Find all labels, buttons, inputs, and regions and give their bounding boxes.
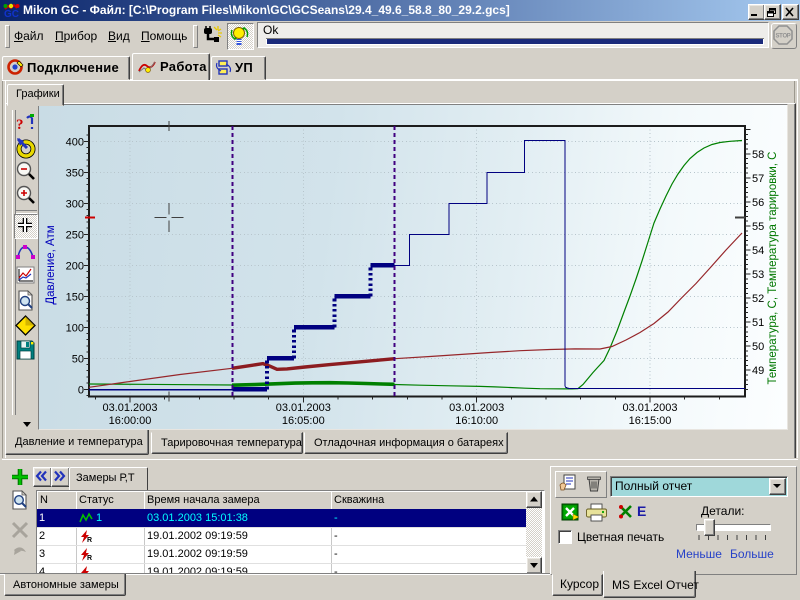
svg-text:R: R [87, 555, 92, 561]
svg-text:52: 52 [752, 293, 764, 305]
svg-text:Температура, С, Температура та: Температура, С, Температура тарировки, С [767, 152, 779, 385]
svg-text:350: 350 [66, 167, 84, 179]
svg-text:03.01.2003: 03.01.2003 [449, 402, 504, 414]
svg-text:16:05:00: 16:05:00 [282, 415, 325, 427]
svg-text:56: 56 [752, 197, 764, 209]
svg-text:03.01.2003: 03.01.2003 [622, 402, 677, 414]
svg-text:400: 400 [66, 136, 84, 148]
svg-text:55: 55 [752, 221, 764, 233]
svg-text:STOP: STOP [775, 34, 790, 40]
svg-text:54: 54 [752, 245, 764, 257]
svg-text:51: 51 [752, 317, 764, 329]
svg-text:57: 57 [752, 173, 764, 185]
svg-text:Давление, Атм: Давление, Атм [45, 225, 57, 304]
svg-text:03.01.2003: 03.01.2003 [276, 402, 331, 414]
svg-text:49: 49 [752, 365, 764, 377]
svg-text:200: 200 [66, 260, 84, 272]
svg-text:?: ? [16, 117, 24, 133]
svg-text:R: R [87, 537, 92, 543]
svg-text:53: 53 [752, 269, 764, 281]
svg-text:150: 150 [66, 291, 84, 303]
svg-text:250: 250 [66, 229, 84, 241]
svg-text:16:10:00: 16:10:00 [455, 415, 498, 427]
svg-text:0: 0 [78, 384, 84, 396]
svg-text:50: 50 [72, 353, 84, 365]
svg-text:16:00:00: 16:00:00 [109, 415, 152, 427]
svg-text:58: 58 [752, 149, 764, 161]
svg-text:03.01.2003: 03.01.2003 [102, 402, 157, 414]
svg-text:100: 100 [66, 322, 84, 334]
svg-text:300: 300 [66, 198, 84, 210]
svg-text:16:15:00: 16:15:00 [629, 415, 672, 427]
svg-text:50: 50 [752, 341, 764, 353]
svg-text:GC: GC [4, 9, 19, 19]
